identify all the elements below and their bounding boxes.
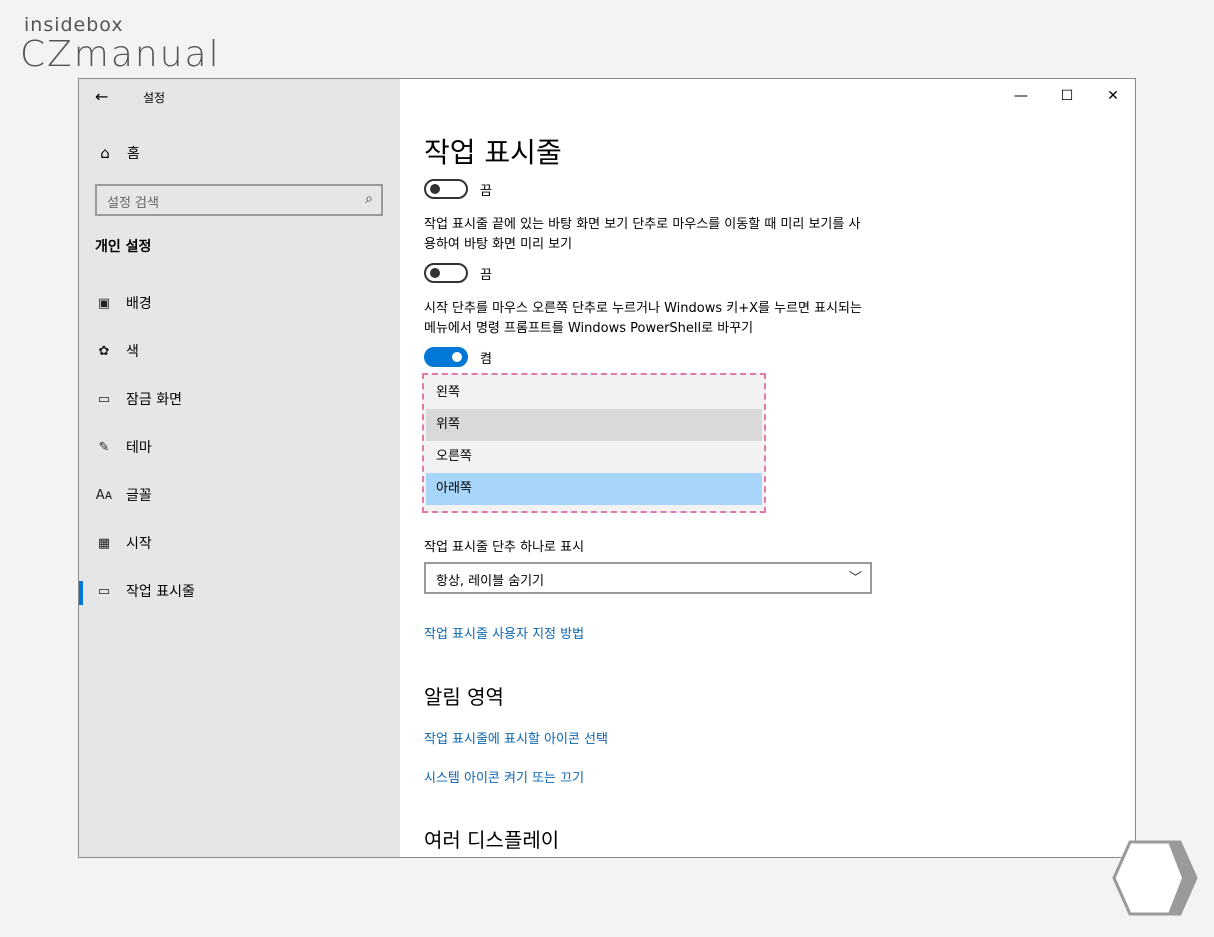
option-left[interactable]: 왼쪽 [426,377,762,409]
sidebar-item-label: 글꼴 [126,488,152,504]
multiple-displays-title: 여러 디스플레이 [424,828,560,852]
font-icon: Aᴀ [95,487,113,503]
sidebar-item-label: 시작 [126,536,152,552]
chevron-down-icon: ﹀ [848,571,862,586]
maximize-button[interactable]: ☐ [1044,83,1090,109]
sidebar-item-label: 테마 [126,440,152,456]
page-title: 작업 표시줄 [424,136,562,169]
toggle-switch-1[interactable] [424,179,468,199]
sidebar-item-lock-screen[interactable]: ▭ 잠금 화면 [79,379,400,419]
option-top[interactable]: 위쪽 [426,409,762,441]
toggle-knob [452,352,462,362]
option-right[interactable]: 오른쪽 [426,441,762,473]
sidebar-item-label: 작업 표시줄 [126,584,195,600]
taskbar-icon: ▭ [97,583,111,599]
option-bottom[interactable]: 아래쪽 [426,473,762,505]
sidebar-item-label: 잠금 화면 [126,392,182,408]
powershell-description: 시작 단추를 마우스 오른쪽 단추로 누르거나 Windows 키+X를 누르면… [424,301,862,336]
search-box[interactable]: 설정 검색 ⌕ [95,184,383,216]
toggle-state-1: 끔 [480,183,492,199]
search-placeholder: 설정 검색 [107,196,159,211]
toggle-switch-3[interactable] [424,347,468,367]
combine-select[interactable]: 항상, 레이블 숨기기 ﹀ [424,562,872,594]
link-select-icons[interactable]: 작업 표시줄에 표시할 아이콘 선택 [424,728,608,747]
nav-home-label: 홈 [127,146,140,162]
sidebar-item-label: 배경 [126,296,152,312]
toggle-row-1: 끔 [424,178,492,200]
taskbar-position-dropdown-list: 왼쪽 위쪽 오른쪽 아래쪽 [422,373,766,513]
link-system-icons[interactable]: 시스템 아이콘 켜기 또는 끄기 [424,767,584,786]
toggle-row-2: 끔 [424,262,492,284]
peek-description: 작업 표시줄 끝에 있는 바탕 화면 보기 단추로 마우스를 이동할 때 미리 … [424,217,861,252]
sidebar-item-taskbar[interactable]: ▭ 작업 표시줄 [79,571,400,611]
active-indicator [79,581,83,605]
toggle-state-2: 끔 [480,267,492,283]
theme-icon: ✎ [98,439,110,455]
watermark-insidebox: insidebox [24,14,124,36]
close-button[interactable]: ✕ [1090,83,1135,109]
sidebar-item-background[interactable]: ▣ 배경 [79,283,400,323]
combine-label: 작업 표시줄 단추 하나로 표시 [424,540,585,555]
watermark-czmanual: CZmanual [20,34,221,75]
link-customize-taskbar[interactable]: 작업 표시줄 사용자 지정 방법 [424,623,584,642]
sidebar: ← 설정 ⌂ 홈 설정 검색 ⌕ 개인 설정 ▣ 배경 ✿ 색 ▭ 잠금 화면 … [79,79,400,857]
app-title: 설정 [143,91,166,105]
settings-window: ← 설정 ⌂ 홈 설정 검색 ⌕ 개인 설정 ▣ 배경 ✿ 색 ▭ 잠금 화면 … [78,78,1136,858]
picture-icon: ▣ [97,295,111,311]
search-icon: ⌕ [365,191,373,207]
sidebar-item-color[interactable]: ✿ 색 [79,331,400,371]
toggle-state-3: 켬 [480,351,492,367]
toggle-row-3: 켬 [424,346,492,368]
notification-area-title: 알림 영역 [424,685,504,709]
sidebar-item-start[interactable]: ▦ 시작 [79,523,400,563]
toggle-knob [430,184,440,194]
sidebar-item-label: 색 [126,344,139,360]
lock-screen-icon: ▭ [97,391,111,407]
main-content: — ☐ ✕ 작업 표시줄 끔 작업 표시줄 끝에 있는 바탕 화면 보기 단추로… [400,79,1135,857]
nav-home[interactable]: ⌂ 홈 [95,141,140,165]
toggle-knob [430,268,440,278]
home-icon: ⌂ [100,144,110,162]
toggle-switch-2[interactable] [424,263,468,283]
back-arrow-icon[interactable]: ← [95,87,115,107]
sidebar-item-fonts[interactable]: Aᴀ 글꼴 [79,475,400,515]
hexagon-logo-icon [1112,840,1198,916]
palette-icon: ✿ [98,343,110,359]
start-icon: ▦ [97,535,111,551]
section-title: 개인 설정 [95,239,152,255]
sidebar-item-theme[interactable]: ✎ 테마 [79,427,400,467]
minimize-button[interactable]: — [998,83,1044,109]
combine-select-value: 항상, 레이블 숨기기 [436,574,545,589]
